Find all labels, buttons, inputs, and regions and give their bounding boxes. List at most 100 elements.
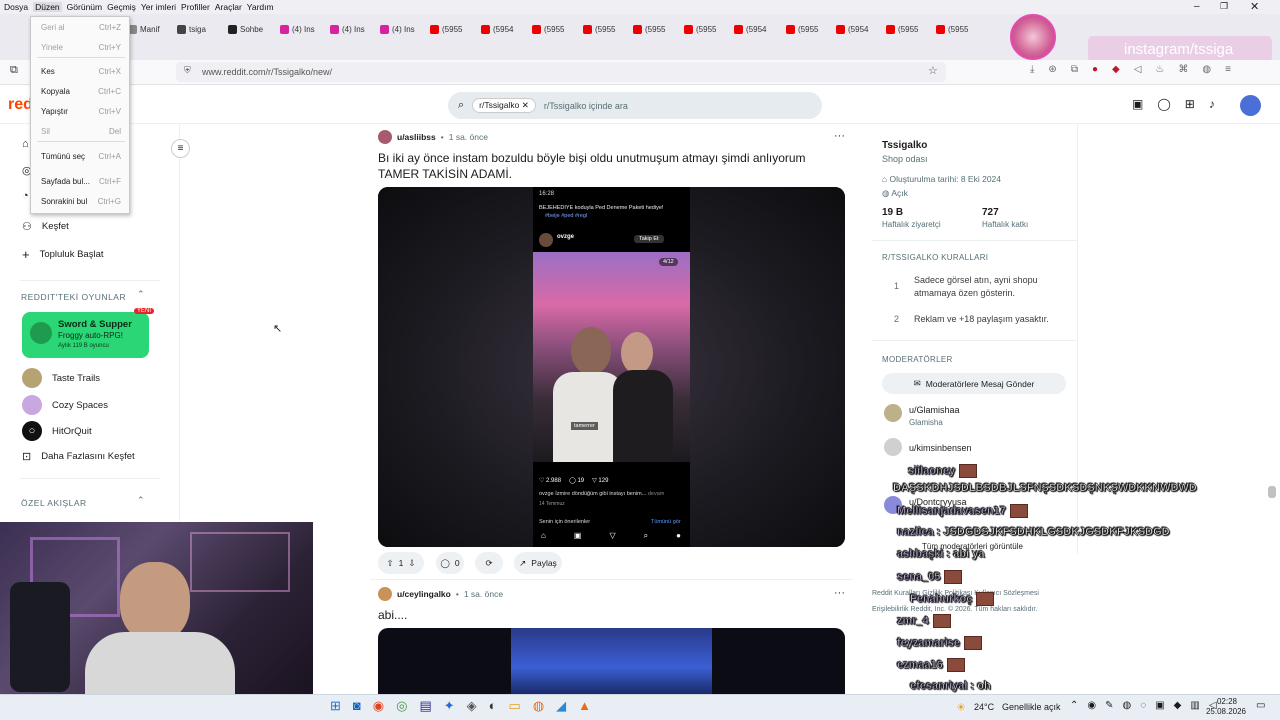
app-tray-icon[interactable]: ▣	[1155, 700, 1164, 711]
moderator-name[interactable]: u/kimsinbensen	[909, 443, 972, 453]
post-image[interactable]	[378, 628, 845, 694]
weather-text[interactable]: Genellikle açık	[1002, 702, 1061, 712]
rule-text[interactable]: Reklam ve +18 paylaşım yasaktır.	[914, 314, 1074, 324]
browser-tab[interactable]: (5955	[633, 22, 665, 36]
clock-time[interactable]: 02:28	[1212, 697, 1242, 706]
opera-icon[interactable]: ◉	[373, 698, 384, 714]
premiere-icon[interactable]: ▤	[419, 698, 431, 714]
browser-tab[interactable]: Sohbe	[228, 22, 263, 36]
bookmark-star-icon[interactable]: ☆	[928, 64, 938, 77]
pen-icon[interactable]: ✎	[1105, 700, 1113, 711]
extension-icon[interactable]: ⊛	[1048, 64, 1056, 80]
menu-item[interactable]: Geri al Ctrl+Z	[41, 23, 121, 32]
menu-yer-imleri[interactable]: Yer imleri	[141, 2, 176, 12]
menu-item[interactable]: Tümünü seç Ctrl+A	[41, 152, 121, 161]
browser-tab[interactable]: tsiga	[177, 22, 206, 36]
browser-tab[interactable]: (5955	[684, 22, 716, 36]
share-button[interactable]: ↗ Paylaş	[514, 552, 562, 574]
message-mods-button[interactable]: ✉ Moderatörlere Mesaj Gönder	[882, 373, 1066, 394]
featured-game-card[interactable]: Sword & Supper Froggy auto-RPG! Aylık 11…	[22, 308, 155, 358]
sidebar-item-topluluk[interactable]: + Topluluk Başlat	[22, 247, 104, 262]
dropbox-icon[interactable]: ✦	[444, 698, 455, 714]
moderator-name[interactable]: u/Glamishaa	[909, 405, 960, 415]
clock-date[interactable]: 25.08.2026	[1202, 707, 1250, 716]
rule-text[interactable]: Sadece görsel atın, ayni shopu atmamaya …	[914, 274, 1064, 300]
chevron-up-icon[interactable]: ⌃	[137, 289, 145, 300]
browser-tab[interactable]: (5954	[734, 22, 766, 36]
browser-tab[interactable]: (4) Ins	[280, 22, 315, 36]
browser-tab[interactable]: (4) Ins	[380, 22, 415, 36]
minimize-icon[interactable]: –	[1194, 1, 1200, 12]
puzzle-icon[interactable]: ⧉	[1071, 64, 1078, 80]
crosspost-button[interactable]: ⟳	[475, 552, 503, 574]
vote-button[interactable]: ⇧ 1 ⇩	[378, 552, 424, 574]
browser-tab[interactable]: (5954	[836, 22, 868, 36]
browser-tab[interactable]: (5954	[481, 22, 513, 36]
upvote-icon[interactable]: ⇧	[387, 558, 394, 569]
browser-tab[interactable]: (5955	[886, 22, 918, 36]
browser-tab[interactable]: (5955	[786, 22, 818, 36]
post-image[interactable]: 16:28 BEJEHEDIYE koduyla Ped Deneme Pake…	[378, 187, 845, 547]
chat-icon[interactable]: ◯	[1157, 97, 1170, 111]
comments-button[interactable]: ◯ 0	[436, 552, 464, 574]
app-tray-icon[interactable]: ◆	[1174, 700, 1182, 711]
menu-item[interactable]: Sonrakini bul Ctrl+G	[41, 197, 121, 206]
browser-tab[interactable]: (5955	[936, 22, 968, 36]
avatar[interactable]	[884, 404, 902, 422]
chevron-up-icon[interactable]: ⌃	[1070, 700, 1078, 711]
app-tray-icon[interactable]: ◍	[1123, 700, 1132, 711]
obs-icon[interactable]: ◐	[489, 698, 497, 714]
avatar[interactable]	[884, 438, 902, 456]
download-icon[interactable]: ⤓	[1030, 64, 1034, 80]
network-icon[interactable]: ▥	[1190, 700, 1199, 711]
browser-tab[interactable]: Manif	[128, 22, 160, 36]
sidebar-game-hitorquit[interactable]: ○ HitOrQuit	[22, 421, 92, 441]
browser-tab[interactable]: (5955	[532, 22, 564, 36]
menu-dosya[interactable]: Dosya	[4, 2, 28, 12]
menu-item[interactable]: Kopyala Ctrl+C	[41, 87, 121, 96]
menu-item[interactable]: Kes Ctrl+X	[41, 67, 121, 76]
post-card[interactable]: u/ceylingalko • 1 sa. önce abi....	[378, 587, 848, 623]
app-tray-icon[interactable]: ◌	[1140, 700, 1146, 711]
menu-profiller[interactable]: Profiller	[181, 2, 210, 12]
browser-tab[interactable]: (5955	[430, 22, 462, 36]
home-icon[interactable]: ⌂	[22, 138, 29, 150]
answers-icon[interactable]: ◔	[22, 190, 29, 202]
menu-duzen[interactable]: Düzen	[33, 2, 62, 12]
sidebar-more-games[interactable]: ⊡ Daha Fazlasını Keşfet	[22, 450, 135, 463]
downvote-icon[interactable]: ⇩	[408, 558, 415, 569]
vlc-icon[interactable]: ▲	[578, 698, 591, 714]
scrollbar-thumb[interactable]	[1268, 486, 1276, 498]
firefox-icon[interactable]: ◍	[533, 698, 544, 714]
windows-start-icon[interactable]: ⊞	[330, 698, 341, 714]
chevron-up-icon[interactable]: ⌃	[137, 495, 145, 506]
menu-item[interactable]: Yinele Ctrl+Y	[41, 43, 121, 52]
site-info-icon[interactable]: ⛨	[184, 65, 191, 76]
app-icon[interactable]: ◢	[556, 698, 566, 714]
browser-tab[interactable]: (4) Ins	[330, 22, 365, 36]
hamburger-menu-icon[interactable]: ≡	[1225, 64, 1231, 80]
ublock-icon[interactable]: ●	[1092, 64, 1098, 80]
create-post-icon[interactable]: ⊞	[1185, 97, 1195, 111]
shield-icon[interactable]: ◆	[1112, 64, 1120, 80]
post-card[interactable]: u/asliibss • 1 sa. önce Bı iki ay önce ins…	[378, 130, 848, 182]
notifications-icon[interactable]: ▭	[1256, 700, 1265, 711]
post-author[interactable]: u/ceylingalko	[397, 589, 451, 599]
globe-icon[interactable]: ◍	[1202, 64, 1211, 80]
chrome-icon[interactable]: ◎	[396, 698, 407, 714]
menu-item[interactable]: Sil Del	[41, 127, 121, 136]
menu-yardim[interactable]: Yardım	[247, 2, 274, 12]
outlook-icon[interactable]: ◙	[353, 698, 361, 714]
more-options-icon[interactable]: ···	[834, 130, 845, 142]
sidebar-toggle-icon[interactable]: ⧉	[10, 64, 18, 77]
post-author[interactable]: u/asliibss	[397, 132, 436, 142]
browser-tab[interactable]: (5955	[583, 22, 615, 36]
sidebar-item-kesfet[interactable]: ⚇ Keşfet	[22, 220, 69, 233]
url-bar[interactable]: www.reddit.com/r/Tssigalko/new/	[176, 62, 946, 82]
avatar[interactable]	[378, 130, 392, 144]
fire-icon[interactable]: ♨	[1155, 64, 1164, 80]
close-icon[interactable]: ✕	[1250, 0, 1259, 13]
translate-icon[interactable]: ⌘	[1178, 64, 1188, 80]
games-section-header[interactable]: REDDIT'TEKİ OYUNLAR	[21, 292, 126, 302]
menu-gecmis[interactable]: Geçmiş	[107, 2, 136, 12]
